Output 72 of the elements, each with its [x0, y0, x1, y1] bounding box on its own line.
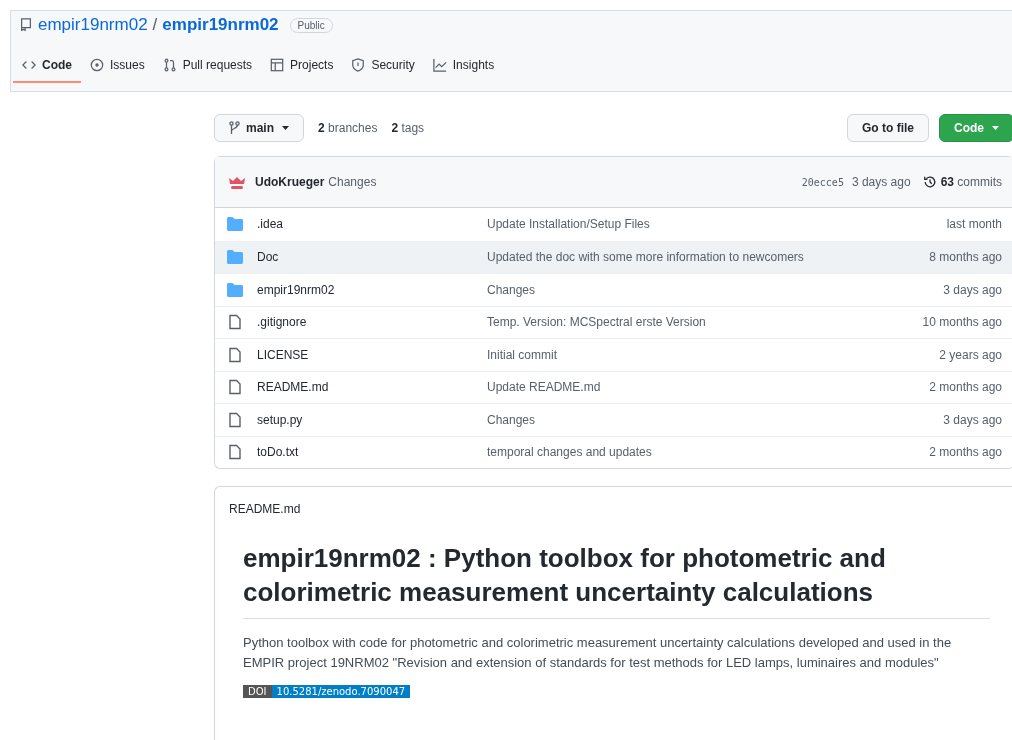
- code-icon: [22, 58, 36, 72]
- file-row[interactable]: LICENSE Initial commit 2 years ago: [215, 338, 1012, 371]
- file-row[interactable]: setup.py Changes 3 days ago: [215, 403, 1012, 436]
- file-age: 2 years ago: [939, 347, 1002, 362]
- repo-tab[interactable]: Issues: [81, 51, 154, 83]
- file-icon: [227, 346, 243, 363]
- file-row[interactable]: .gitignore Temp. Version: MCSpectral erste Version 10 months ago: [215, 305, 1012, 338]
- commits-link[interactable]: 63 commits: [940, 175, 1002, 189]
- repo-tab[interactable]: Insights: [423, 51, 504, 83]
- commit-message-link[interactable]: Changes: [487, 412, 944, 427]
- folder-icon: [227, 250, 243, 265]
- dotted-circle-icon: [90, 58, 104, 72]
- file-age: 10 months ago: [922, 315, 1002, 330]
- commit-message-link[interactable]: Updated the doc with some more information to newcomers: [487, 250, 930, 265]
- owner-link[interactable]: empir19nrm02: [38, 15, 148, 35]
- repo-name-link[interactable]: empir19nrm02: [162, 15, 279, 35]
- commit-message-link[interactable]: Update README.md: [487, 380, 930, 395]
- file-icon: [227, 379, 243, 396]
- repo-tab[interactable]: Pull requests: [153, 51, 262, 83]
- file-age: 3 days ago: [943, 412, 1002, 427]
- repo-tab[interactable]: Projects: [261, 51, 343, 83]
- go-to-file-button[interactable]: Go to file: [847, 114, 929, 142]
- caret-icon: [282, 126, 289, 130]
- commit-message-link[interactable]: temporal changes and updates: [487, 445, 930, 460]
- file-row[interactable]: toDo.txt temporal changes and updates 2 months ago: [215, 435, 1012, 468]
- readme-heading: empir19nrm02 : Python toolbox for photometric and colorimetric measurement uncertainty calculations: [243, 542, 990, 619]
- file-row[interactable]: empir19nrm02 Changes 3 days ago: [215, 273, 1012, 306]
- repo-icon: [19, 18, 33, 32]
- commit-message-link[interactable]: Initial commit: [487, 347, 940, 362]
- tags-link[interactable]: 2 tags: [391, 121, 425, 135]
- folder-icon: [227, 282, 243, 297]
- file-name-link[interactable]: LICENSE: [257, 347, 487, 362]
- file-name-link[interactable]: .gitignore: [257, 315, 487, 330]
- file-name-link[interactable]: toDo.txt: [257, 445, 487, 460]
- file-row[interactable]: README.md Update README.md 2 months ago: [215, 370, 1012, 403]
- file-age: 3 days ago: [943, 282, 1002, 297]
- commit-message-link[interactable]: Changes: [487, 282, 944, 297]
- branches-link[interactable]: 2 branches: [318, 121, 378, 135]
- commit-sha[interactable]: 20ecce5: [801, 176, 844, 188]
- commit-message-link[interactable]: Temp. Version: MCSpectral erste Version: [487, 315, 923, 330]
- file-icon: [227, 444, 243, 461]
- file-name-link[interactable]: README.md: [257, 380, 487, 395]
- line-graph-icon: [432, 58, 447, 72]
- folder-icon: [227, 217, 243, 232]
- file-age: 2 months ago: [929, 445, 1002, 460]
- repo-tab[interactable]: Code: [13, 51, 81, 83]
- repo-tab[interactable]: Security: [342, 51, 424, 83]
- pull-request-icon: [162, 58, 177, 72]
- branch-icon: [229, 121, 240, 134]
- file-age: last month: [946, 217, 1002, 232]
- file-row[interactable]: .idea Update Installation/Setup Files last month: [215, 208, 1012, 241]
- file-row[interactable]: Doc Updated the doc with some more information to newcomers 8 months ago: [215, 240, 1012, 273]
- commit-message[interactable]: Changes: [328, 175, 377, 189]
- readme-filename: README.md: [228, 501, 302, 516]
- file-name-link[interactable]: Doc: [257, 250, 487, 265]
- commit-author[interactable]: UdoKrueger: [255, 175, 325, 189]
- table-icon: [270, 58, 285, 72]
- commit-message-link[interactable]: Update Installation/Setup Files: [487, 217, 947, 232]
- branch-button[interactable]: main: [214, 114, 304, 142]
- path-separator: /: [152, 15, 158, 35]
- file-age: 8 months ago: [929, 250, 1002, 265]
- file-age: 2 months ago: [929, 380, 1002, 395]
- shield-icon: [351, 58, 366, 72]
- file-icon: [227, 411, 243, 428]
- file-name-link[interactable]: .idea: [257, 217, 487, 232]
- file-name-link[interactable]: empir19nrm02: [257, 282, 487, 297]
- file-name-link[interactable]: setup.py: [257, 412, 487, 427]
- commit-time: 3 days ago: [851, 175, 911, 189]
- readme-paragraph: Python toolbox with code for photometric and colorimetric measurement uncertainty calculations developed and used in the EMPIR project 19NRM02 "Revision and extension of standards for test methods for LED lamps, luminaires and modules": [243, 633, 953, 673]
- history-icon: [922, 175, 937, 189]
- caret-icon: [992, 126, 999, 130]
- file-icon: [227, 314, 243, 331]
